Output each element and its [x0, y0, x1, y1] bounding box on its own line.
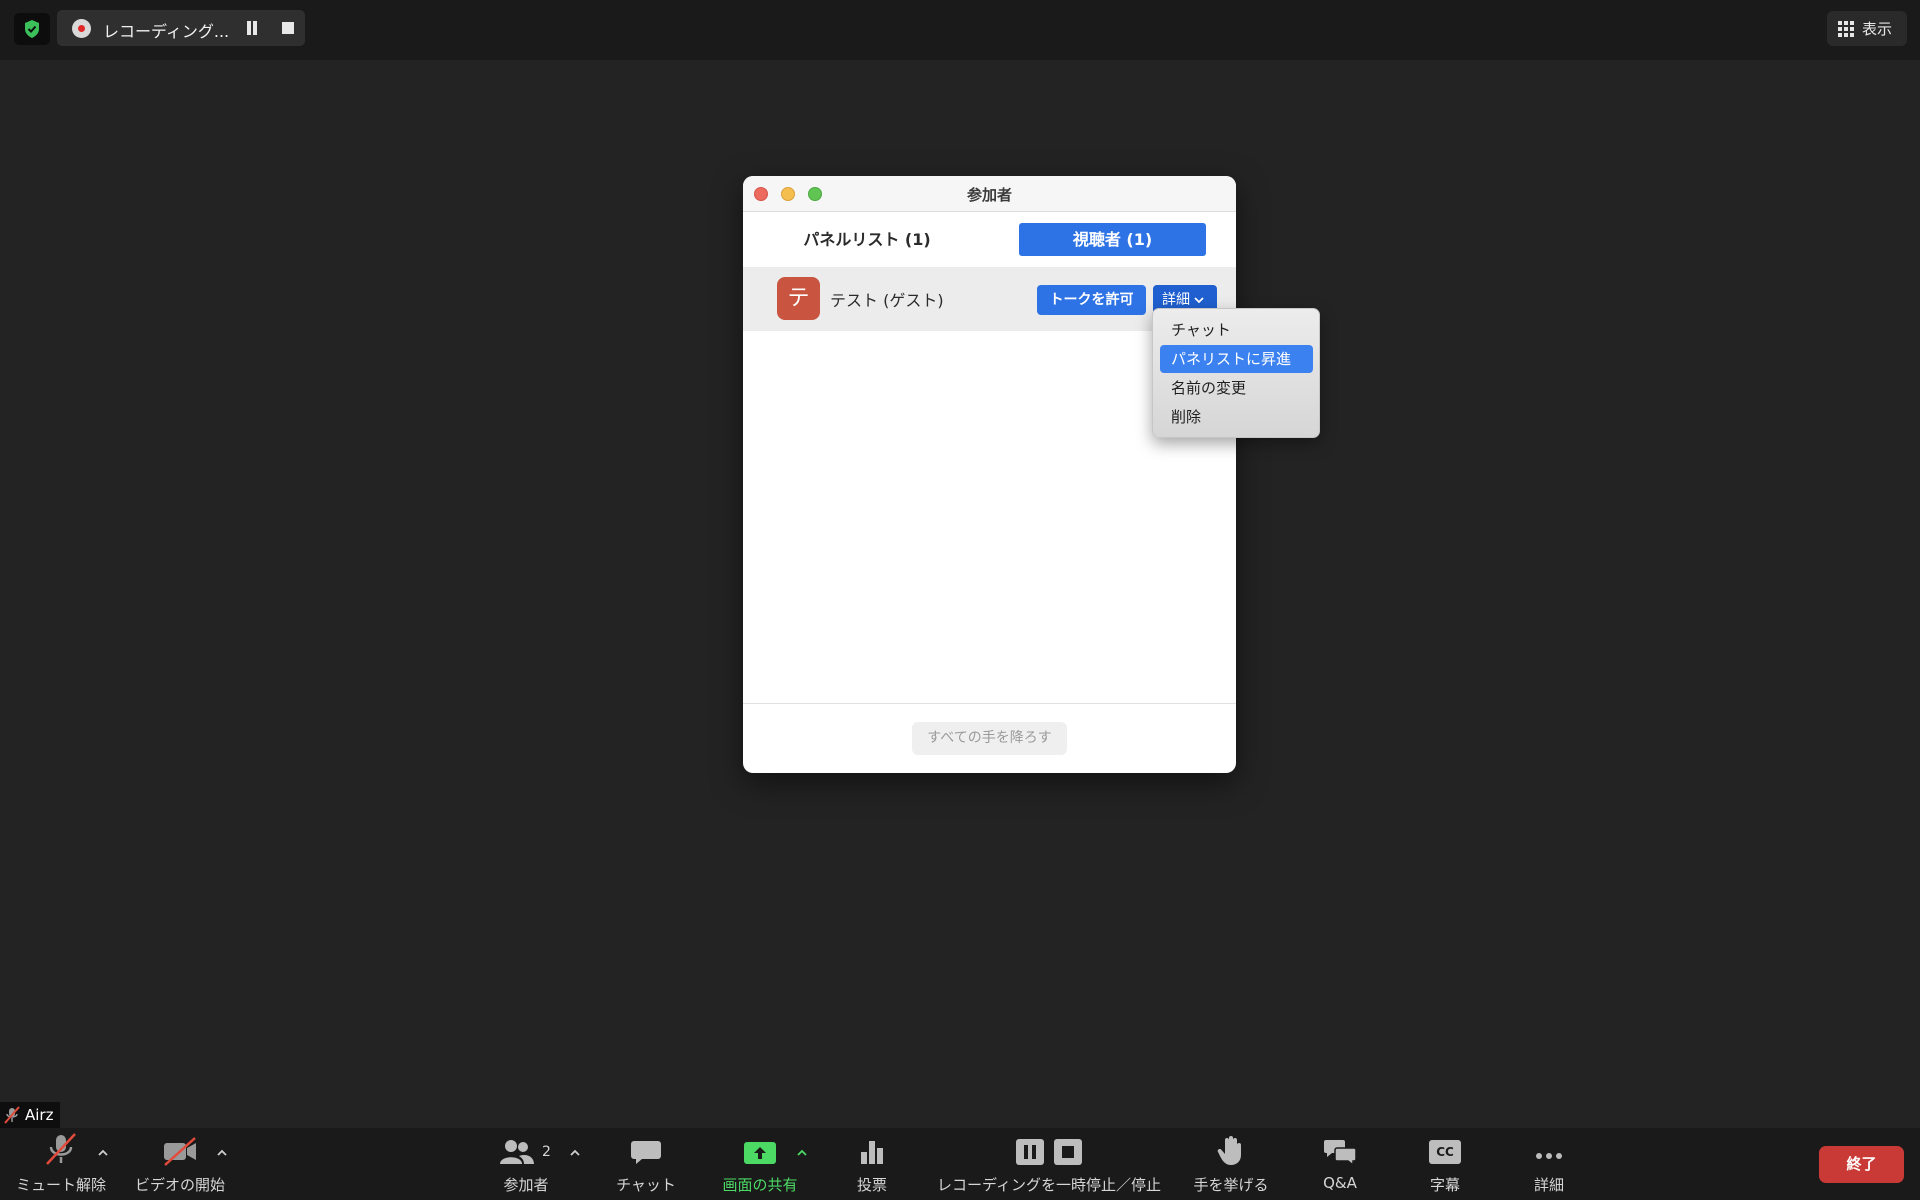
qa-label: Q&A — [1323, 1174, 1357, 1192]
more-options-menu: チャット パネリストに昇進 名前の変更 削除 — [1152, 308, 1320, 438]
polls-label: 投票 — [856, 1176, 887, 1194]
recording-dot-icon — [72, 19, 91, 38]
muted-mic-icon — [4, 1106, 20, 1124]
lower-all-hands-button[interactable]: すべての手を降ろす — [912, 722, 1067, 755]
polls-button[interactable]: 投票 — [842, 1128, 902, 1200]
grid-icon — [1838, 20, 1854, 37]
captions-label: 字幕 — [1429, 1176, 1460, 1194]
share-screen-label: 画面の共有 — [722, 1176, 798, 1194]
audio-options-chevron-up-icon[interactable] — [97, 1143, 109, 1156]
self-name-tag: Airz — [0, 1102, 60, 1128]
chat-button[interactable]: チャット — [610, 1128, 682, 1200]
raise-hand-label: 手を挙げる — [1193, 1176, 1269, 1194]
allow-talk-button[interactable]: トークを許可 — [1037, 285, 1146, 315]
polls-bar-chart-icon — [861, 1141, 883, 1164]
video-options-chevron-up-icon[interactable] — [216, 1143, 228, 1156]
start-video-label: ビデオの開始 — [134, 1176, 225, 1194]
tab-panelists[interactable]: パネルリスト (1) — [767, 224, 967, 256]
stop-recording-icon[interactable] — [282, 22, 294, 34]
pause-recording-icon[interactable] — [245, 21, 259, 35]
footer-divider — [743, 703, 1236, 704]
more-options-button[interactable]: 詳細 — [1523, 1128, 1575, 1200]
avatar: テ — [777, 277, 820, 320]
pause-icon[interactable] — [1015, 1138, 1045, 1166]
self-name: Airz — [25, 1106, 54, 1124]
participants-button[interactable]: 2 参加者 — [496, 1128, 556, 1200]
menu-item-chat[interactable]: チャット — [1160, 316, 1313, 344]
view-button[interactable]: 表示 — [1827, 11, 1907, 46]
video-off-icon — [164, 1137, 196, 1166]
qa-button[interactable]: Q&A — [1312, 1128, 1368, 1200]
recording-controls-button[interactable]: レコーディングを一時停止／停止 — [936, 1128, 1162, 1200]
share-options-chevron-up-icon[interactable] — [796, 1143, 808, 1156]
stop-icon[interactable] — [1053, 1138, 1083, 1166]
menu-item-remove[interactable]: 削除 — [1160, 403, 1313, 431]
chat-bubble-icon — [631, 1141, 661, 1164]
chat-label: チャット — [616, 1176, 676, 1194]
recording-status-label: レコーディング... — [103, 22, 230, 41]
more-options-label: 詳細 — [1533, 1176, 1564, 1194]
top-bar: レコーディング... 表示 — [0, 0, 1920, 60]
qa-bubbles-icon — [1324, 1140, 1357, 1166]
window-title: 参加者 — [966, 186, 1012, 204]
security-shield-icon[interactable] — [14, 13, 50, 45]
closed-captions-icon: CC — [1429, 1140, 1461, 1164]
attendee-name: テスト (ゲスト) — [830, 291, 944, 310]
participants-icon — [500, 1140, 534, 1164]
raise-hand-button[interactable]: 手を挙げる — [1192, 1128, 1270, 1200]
share-screen-button[interactable]: 画面の共有 — [718, 1128, 802, 1200]
recording-controls-label: レコーディングを一時停止／停止 — [937, 1176, 1161, 1194]
meeting-toolbar: ミュート解除 ビデオの開始 2 参加者 チャット 画面の共有 投票 レコーディン… — [0, 1128, 1920, 1200]
participants-label: 参加者 — [503, 1176, 549, 1194]
view-button-label: 表示 — [1862, 20, 1893, 38]
muted-microphone-icon — [46, 1133, 76, 1165]
participants-count: 2 — [542, 1144, 551, 1160]
more-dots-icon — [1536, 1153, 1562, 1159]
menu-item-promote-to-panelist[interactable]: パネリストに昇進 — [1160, 345, 1313, 373]
start-video-button[interactable]: ビデオの開始 — [133, 1128, 227, 1200]
end-meeting-button[interactable]: 終了 — [1819, 1146, 1904, 1183]
tab-viewers[interactable]: 視聴者 (1) — [1019, 223, 1206, 256]
raise-hand-icon — [1217, 1136, 1241, 1165]
participants-options-chevron-up-icon[interactable] — [569, 1143, 581, 1156]
chevron-down-icon — [1194, 297, 1204, 304]
participants-window: 参加者 パネルリスト (1) 視聴者 (1) テ テスト (ゲスト) トークを許… — [743, 176, 1236, 773]
share-screen-icon — [744, 1142, 776, 1164]
unmute-button[interactable]: ミュート解除 — [10, 1128, 112, 1200]
recording-indicator: レコーディング... — [57, 10, 305, 46]
captions-button[interactable]: CC 字幕 — [1420, 1128, 1470, 1200]
unmute-label: ミュート解除 — [15, 1176, 106, 1194]
window-titlebar: 参加者 — [743, 176, 1236, 212]
menu-item-rename[interactable]: 名前の変更 — [1160, 374, 1313, 402]
